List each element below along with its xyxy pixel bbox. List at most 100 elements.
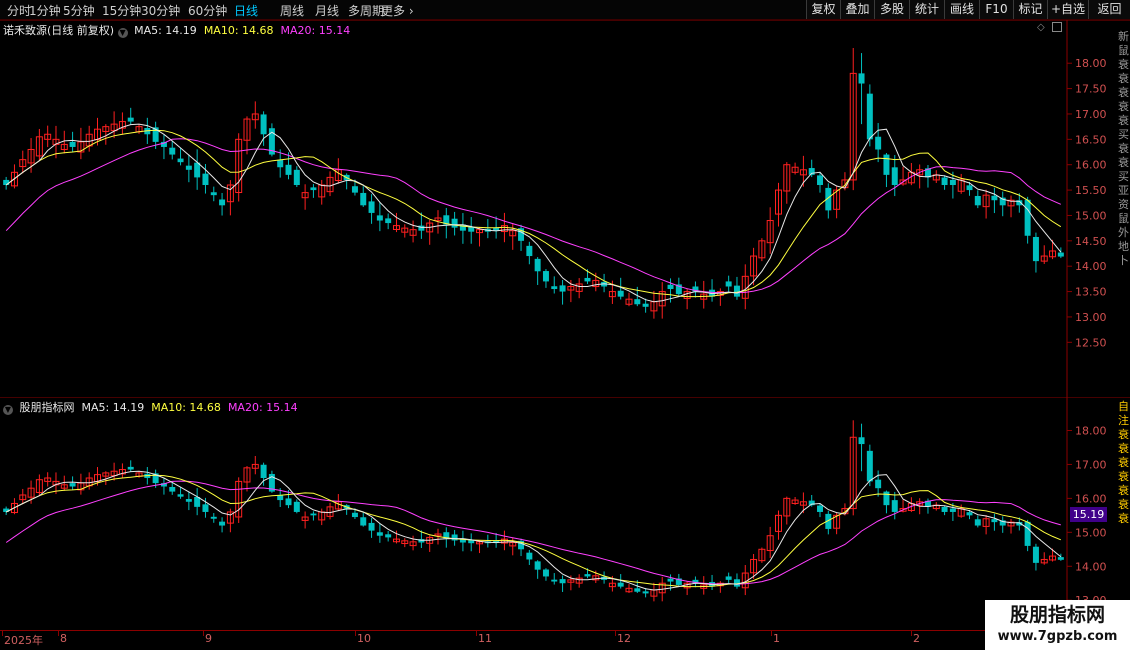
sub-candle — [974, 519, 981, 526]
sub-candle — [169, 486, 176, 492]
x-tick-7 — [911, 631, 912, 636]
tab-4[interactable]: 30分钟 — [141, 2, 180, 19]
x-label-2: 9 — [205, 632, 212, 645]
main-kline-chart[interactable]: 18.00 17.50 17.00 16.50 16.00 15.50 15.00 14.50… — [0, 20, 1130, 397]
toolbar-button-0[interactable]: 复权 — [806, 0, 840, 19]
main-candle — [534, 258, 541, 272]
sub-y-label-1: 17.00 — [1075, 458, 1107, 471]
maximize-icon[interactable] — [1052, 22, 1062, 32]
main-candle — [69, 141, 76, 147]
main-y-label-11: 12.50 — [1075, 336, 1107, 349]
tab-5[interactable]: 60分钟 — [188, 2, 227, 19]
main-candle — [725, 281, 732, 287]
sub-candle — [542, 569, 549, 577]
tab-1[interactable]: 1分钟 — [29, 2, 61, 19]
sub-candle — [551, 579, 558, 582]
main-y-label-2: 17.00 — [1075, 108, 1107, 121]
main-candle — [949, 179, 956, 186]
main-chart-header: 诺禾致源(日线 前复权) ▼ MA5: 14.19 MA10: 14.68 MA… — [3, 22, 350, 38]
main-y-label-9: 13.50 — [1075, 286, 1107, 299]
toolbar-button-6[interactable]: 标记 — [1013, 0, 1047, 19]
main-candle — [551, 286, 558, 290]
x-tick-1 — [58, 631, 59, 636]
sub-candle — [991, 519, 998, 523]
main-candle — [883, 154, 890, 175]
sub-candle — [1032, 546, 1039, 563]
main-right-text: 新鼠衰衰衰衰衰买衰衰买亚资鼠外地卜 — [1118, 30, 1129, 267]
tab-8[interactable]: 月线 — [315, 2, 339, 19]
main-y-label-10: 13.00 — [1075, 311, 1107, 324]
main-y-label-0: 18.00 — [1075, 57, 1107, 70]
tab-10[interactable]: 更多 › — [381, 2, 414, 19]
main-candle — [260, 114, 267, 135]
sub-candle — [260, 464, 267, 479]
sub-candle — [584, 574, 591, 577]
tab-6[interactable]: 日线 — [234, 2, 258, 19]
sub-candle — [385, 534, 392, 538]
ma5-value: MA5: 14.19 — [134, 24, 197, 37]
main-candle — [285, 164, 292, 175]
sub-candle — [941, 506, 948, 512]
main-candle — [733, 285, 740, 297]
sub-candle — [891, 500, 898, 512]
toolbar-button-2[interactable]: 多股 — [874, 0, 909, 19]
ma10-value: MA10: 14.68 — [203, 24, 274, 37]
main-candle — [974, 195, 981, 206]
sub-candle — [351, 512, 358, 518]
sub-candle — [69, 483, 76, 487]
x-label-1: 8 — [60, 632, 67, 645]
toolbar-button-3[interactable]: 统计 — [909, 0, 944, 19]
main-candle — [1024, 199, 1031, 236]
sub-candle — [285, 498, 292, 506]
sub-candle — [526, 552, 533, 560]
tab-7[interactable]: 周线 — [280, 2, 304, 19]
main-candle — [169, 147, 176, 155]
x-label-7: 2 — [913, 632, 920, 645]
main-candle — [991, 195, 998, 201]
sub-candle — [858, 437, 865, 445]
main-y-label-6: 15.00 — [1075, 209, 1107, 222]
main-candle — [202, 173, 209, 186]
sub-candle — [210, 516, 217, 519]
sub-candle — [360, 517, 367, 526]
diamond-icon[interactable]: ◇ — [1037, 22, 1045, 33]
x-label-6: 1 — [773, 632, 780, 645]
last-price-tag: 15.19 — [1070, 507, 1107, 522]
main-y-label-8: 14.00 — [1075, 260, 1107, 273]
sub-candle — [966, 512, 973, 516]
main-y-label-4: 16.00 — [1075, 159, 1107, 172]
main-candle — [194, 162, 201, 178]
sub-candle — [177, 494, 184, 497]
x-tick-4 — [476, 631, 477, 636]
main-candle — [1032, 236, 1039, 262]
sub-ma5-value: MA5: 14.19 — [81, 401, 145, 414]
toolbar-button-8[interactable]: 返回 — [1088, 0, 1130, 19]
tab-2[interactable]: 5分钟 — [63, 2, 95, 19]
tab-0[interactable]: 分时 — [7, 2, 31, 19]
toolbar-button-1[interactable]: 叠加 — [840, 0, 874, 19]
x-tick-3 — [355, 631, 356, 636]
sub-y-label-4: 14.00 — [1075, 560, 1107, 573]
sub-candle — [875, 479, 882, 489]
toolbar-button-7[interactable]: +自选 — [1047, 0, 1088, 19]
indicator-name: 股朋指标网 — [19, 401, 75, 414]
sub-candle — [949, 508, 956, 512]
main-candle — [667, 284, 674, 290]
indicator-chart[interactable]: 18.0017.0016.0015.0014.0013.00 — [0, 397, 1130, 629]
tab-9[interactable]: 多周期 — [348, 2, 384, 19]
x-label-5: 12 — [617, 632, 631, 645]
toolbar-button-5[interactable]: F10 — [979, 0, 1013, 19]
sub-ma20-value: MA20: 15.14 — [227, 401, 298, 414]
main-y-label-1: 17.50 — [1075, 83, 1107, 96]
indicator-settings-icon[interactable]: ▼ — [3, 405, 13, 415]
main-ma20-line — [5, 138, 1061, 294]
sub-candle — [725, 576, 732, 580]
main-candle — [642, 303, 649, 307]
main-candle — [385, 218, 392, 224]
toolbar-button-4[interactable]: 画线 — [944, 0, 979, 19]
sub-candle — [883, 491, 890, 506]
settings-circle-icon[interactable]: ▼ — [117, 28, 128, 38]
main-candle — [542, 271, 549, 282]
main-candle — [310, 187, 317, 191]
tab-3[interactable]: 15分钟 — [102, 2, 141, 19]
